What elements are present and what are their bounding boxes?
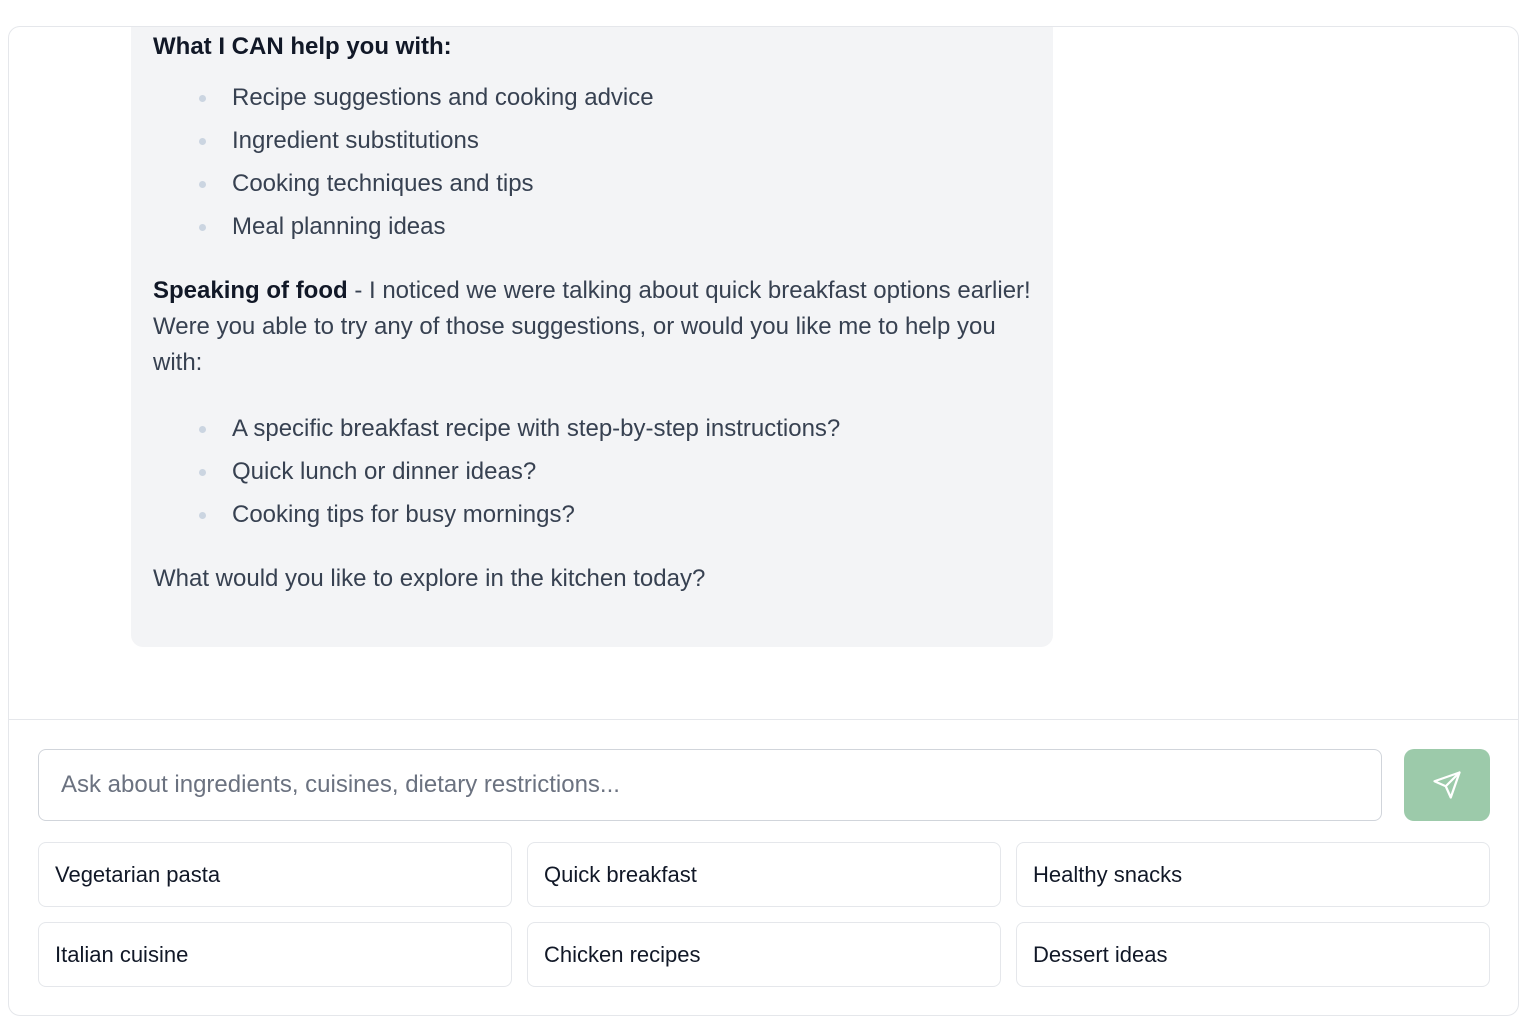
list-item-text: Ingredient substitutions bbox=[232, 127, 479, 154]
list-item: A specific breakfast recipe with step-by… bbox=[153, 407, 840, 450]
suggestion-chip[interactable]: Vegetarian pasta bbox=[38, 842, 512, 907]
list-item-text: Cooking techniques and tips bbox=[232, 170, 534, 197]
bullet-icon bbox=[199, 224, 206, 231]
bullet-icon bbox=[199, 181, 206, 188]
list-item: Cooking techniques and tips bbox=[153, 162, 654, 205]
composer: Vegetarian pasta Quick breakfast Healthy… bbox=[9, 719, 1518, 1015]
suggestion-chip[interactable]: Chicken recipes bbox=[527, 922, 1001, 987]
bullet-icon bbox=[199, 95, 206, 102]
list-item-text: Meal planning ideas bbox=[232, 213, 446, 240]
list-item-text: A specific breakfast recipe with step-by… bbox=[232, 415, 841, 442]
send-icon bbox=[1433, 771, 1461, 799]
message-paragraph: Speaking of food - I noticed we were tal… bbox=[153, 273, 1033, 381]
chat-window: What I CAN help you with: Recipe suggest… bbox=[8, 26, 1519, 1016]
paragraph-bold: Speaking of food bbox=[153, 277, 348, 304]
list-item: Recipe suggestions and cooking advice bbox=[153, 76, 654, 119]
message-closing: What would you like to explore in the ki… bbox=[153, 565, 706, 592]
message-list[interactable]: What I CAN help you with: Recipe suggest… bbox=[9, 27, 1518, 719]
bullet-icon bbox=[199, 469, 206, 476]
list-item-text: Recipe suggestions and cooking advice bbox=[232, 84, 654, 111]
suggestion-chip[interactable]: Dessert ideas bbox=[1016, 922, 1490, 987]
list-item: Meal planning ideas bbox=[153, 205, 654, 248]
send-button[interactable] bbox=[1404, 749, 1490, 821]
list-item: Ingredient substitutions bbox=[153, 119, 654, 162]
bullet-icon bbox=[199, 426, 206, 433]
chat-input[interactable] bbox=[38, 749, 1382, 821]
suggestion-chip[interactable]: Italian cuisine bbox=[38, 922, 512, 987]
list-item-text: Quick lunch or dinner ideas? bbox=[232, 458, 537, 485]
list-item: Cooking tips for busy mornings? bbox=[153, 493, 840, 536]
can-help-list: Recipe suggestions and cooking advice In… bbox=[153, 76, 654, 248]
assistant-message: What I CAN help you with: Recipe suggest… bbox=[131, 27, 1053, 647]
suggestion-chip[interactable]: Healthy snacks bbox=[1016, 842, 1490, 907]
bullet-icon bbox=[199, 138, 206, 145]
list-item-text: Cooking tips for busy mornings? bbox=[232, 501, 575, 528]
suggestion-chip[interactable]: Quick breakfast bbox=[527, 842, 1001, 907]
message-heading: What I CAN help you with: bbox=[153, 33, 452, 60]
followup-list: A specific breakfast recipe with step-by… bbox=[153, 407, 840, 536]
bullet-icon bbox=[199, 512, 206, 519]
list-item: Quick lunch or dinner ideas? bbox=[153, 450, 840, 493]
